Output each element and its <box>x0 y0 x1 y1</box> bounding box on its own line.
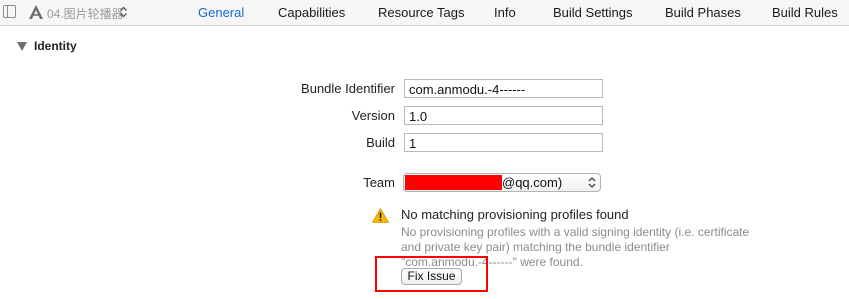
editor-tab-bar: 04.图片轮播器 General Capabilities Resource T… <box>0 0 849 26</box>
warning-icon <box>372 208 389 223</box>
section-title-identity: Identity <box>34 39 77 53</box>
annotation-highlight-box <box>375 256 488 292</box>
team-popup-button[interactable]: @qq.com) <box>403 173 601 192</box>
warning-title: No matching provisioning profiles found <box>401 207 629 222</box>
chevron-updown-icon <box>120 6 127 18</box>
app-target-icon <box>29 5 43 19</box>
bundle-identifier-field[interactable] <box>404 79 603 98</box>
tab-capabilities[interactable]: Capabilities <box>278 5 345 20</box>
tab-build-phases[interactable]: Build Phases <box>665 5 741 20</box>
disclosure-triangle-icon[interactable] <box>17 42 27 51</box>
team-label: Team <box>363 175 395 190</box>
build-label: Build <box>366 135 395 150</box>
target-name: 04.图片轮播器 <box>47 7 124 21</box>
sidebar-toggle-icon[interactable] <box>3 5 16 18</box>
tab-resource-tags[interactable]: Resource Tags <box>378 5 464 20</box>
tab-build-rules[interactable]: Build Rules <box>772 5 838 20</box>
bundle-identifier-label: Bundle Identifier <box>301 81 395 96</box>
team-redaction <box>405 175 502 190</box>
version-field[interactable] <box>404 106 603 125</box>
tab-general[interactable]: General <box>198 5 244 20</box>
build-field[interactable] <box>404 133 603 152</box>
popup-arrows-icon <box>588 177 596 188</box>
tab-build-settings[interactable]: Build Settings <box>553 5 633 20</box>
tab-info[interactable]: Info <box>494 5 516 20</box>
team-value-suffix: @qq.com) <box>502 175 563 190</box>
version-label: Version <box>351 108 395 123</box>
